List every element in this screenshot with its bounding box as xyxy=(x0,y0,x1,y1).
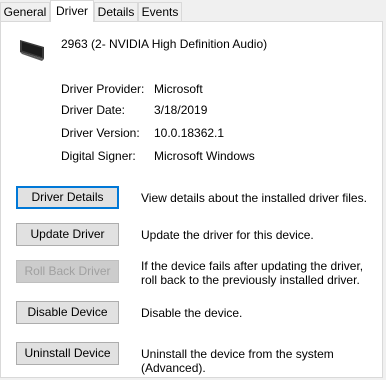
tab-driver[interactable]: Driver xyxy=(50,0,94,22)
digital-signer-value: Microsoft Windows xyxy=(154,149,255,163)
tab-events[interactable]: Events xyxy=(138,2,182,21)
update-driver-description: Update the driver for this device. xyxy=(141,228,314,242)
tab-details[interactable]: Details xyxy=(94,2,138,21)
driver-version-value: 10.0.18362.1 xyxy=(154,126,225,140)
driver-details-description: View details about the installed driver … xyxy=(141,191,367,205)
uninstall-device-button[interactable]: Uninstall Device xyxy=(16,342,119,365)
driver-date-value: 3/18/2019 xyxy=(154,103,208,117)
roll-back-driver-button: Roll Back Driver xyxy=(16,260,119,283)
device-name: 2963 (2- NVIDIA High Definition Audio) xyxy=(61,37,268,51)
driver-provider-label: Driver Provider: xyxy=(61,82,145,96)
tab-strip: General Driver Details Events xyxy=(0,0,386,22)
disable-device-description: Disable the device. xyxy=(141,306,243,320)
digital-signer-label: Digital Signer: xyxy=(61,149,136,163)
uninstall-device-description: Uninstall the device from the system (Ad… xyxy=(141,347,334,375)
monitor-icon xyxy=(20,40,44,61)
driver-version-label: Driver Version: xyxy=(61,126,140,140)
driver-provider-value: Microsoft xyxy=(154,82,203,96)
driver-details-button[interactable]: Driver Details xyxy=(16,186,119,209)
tab-general[interactable]: General xyxy=(0,2,50,21)
driver-date-label: Driver Date: xyxy=(61,103,126,117)
update-driver-button[interactable]: Update Driver xyxy=(16,223,119,246)
disable-device-button[interactable]: Disable Device xyxy=(16,301,119,324)
roll-back-driver-description: If the device fails after updating the d… xyxy=(141,259,364,287)
